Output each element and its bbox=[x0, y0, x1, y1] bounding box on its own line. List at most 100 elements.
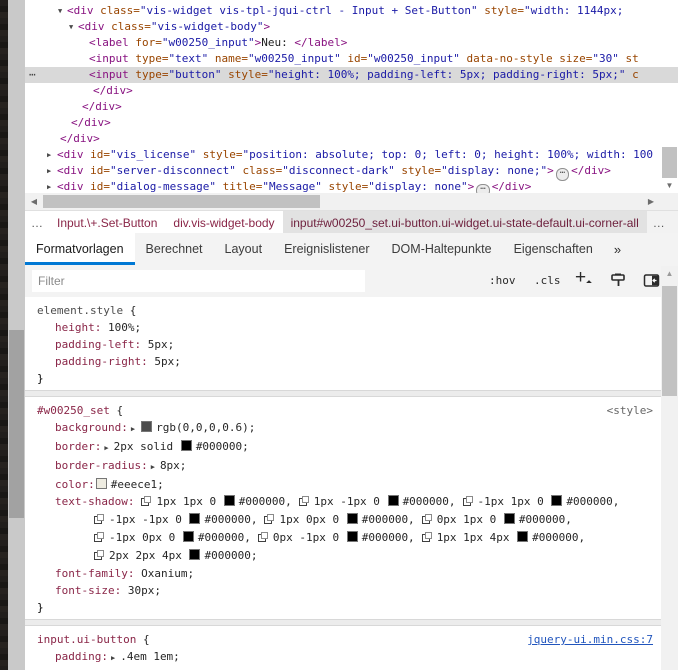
shadow-editor-icon[interactable] bbox=[298, 496, 309, 506]
dom-tree-row[interactable]: </div> bbox=[25, 83, 678, 99]
breadcrumb-item[interactable]: Input.\+.Set-Button bbox=[49, 211, 166, 234]
scroll-left-icon[interactable]: ◀ bbox=[27, 193, 41, 210]
css-declaration[interactable]: text-shadow: 1px 1px 0 #000000, 1px -1px 0… bbox=[25, 493, 661, 511]
dom-tree-row[interactable]: ⋯ <input type="button" style="height: 100… bbox=[25, 67, 678, 83]
shadow-editor-icon[interactable] bbox=[94, 532, 104, 542]
css-declaration[interactable]: height: 100%; bbox=[25, 319, 661, 336]
color-swatch[interactable] bbox=[141, 421, 153, 432]
color-swatch[interactable] bbox=[182, 531, 194, 542]
shadow-editor-icon[interactable] bbox=[141, 496, 152, 506]
breadcrumb-overflow[interactable]: … bbox=[25, 211, 49, 234]
shadow-editor-icon[interactable] bbox=[421, 532, 432, 542]
css-rule[interactable]: #w00250_set {<style> background: ▶ rgb(0,0,… bbox=[25, 397, 661, 619]
page-scrollbar[interactable] bbox=[8, 0, 25, 670]
collapsed-content-icon[interactable]: … bbox=[476, 183, 490, 193]
color-swatch[interactable] bbox=[189, 549, 201, 560]
elements-vscrollbar-thumb[interactable] bbox=[662, 147, 677, 178]
css-rule[interactable]: element.style {height: 100%; padding-left… bbox=[25, 297, 661, 390]
css-declaration[interactable]: padding: ▶ .4em 1em; bbox=[25, 648, 661, 667]
expand-arrow-icon[interactable]: ▶ bbox=[47, 147, 51, 163]
code-token: "disconnect-dark" bbox=[282, 164, 395, 177]
css-declaration[interactable]: -1px -1px 0 #000000, 1px 0px 0 #000000, 0p… bbox=[25, 511, 661, 529]
stylesheet-link[interactable]: jquery-ui.min.css:7 bbox=[527, 631, 653, 648]
breadcrumb-item[interactable]: input#w00250_set.ui-button.ui-widget.ui-… bbox=[282, 211, 647, 234]
scroll-up-icon[interactable]: ▲ bbox=[661, 268, 678, 280]
shadow-editor-icon[interactable] bbox=[421, 514, 432, 524]
css-declaration[interactable]: font-family: Oxanium; bbox=[25, 565, 661, 582]
css-declaration[interactable]: color: #eeece1; bbox=[25, 476, 661, 493]
collapse-arrow-icon[interactable]: ▼ bbox=[58, 3, 62, 19]
expand-arrow-icon[interactable]: ▶ bbox=[104, 444, 108, 452]
tab-eigenschaften[interactable]: Eigenschaften bbox=[503, 233, 604, 265]
shadow-editor-icon[interactable] bbox=[462, 496, 473, 506]
breadcrumb-overflow[interactable]: … bbox=[647, 211, 671, 234]
code-token: style= bbox=[394, 164, 442, 177]
dom-tree-row[interactable]: </div> bbox=[25, 115, 678, 131]
css-declaration[interactable]: border: ▶ 2px solid #000000; bbox=[25, 438, 661, 457]
scroll-right-icon[interactable]: ▶ bbox=[644, 193, 658, 210]
css-rule[interactable]: input.ui-button {jquery-ui.min.css:7 padd… bbox=[25, 626, 661, 670]
toggle-pseudo-state-button[interactable]: :hov bbox=[485, 274, 520, 287]
tab-dom-haltepunkte[interactable]: DOM-Haltepunkte bbox=[381, 233, 503, 265]
css-declaration[interactable]: padding-right: 5px; bbox=[25, 353, 661, 370]
more-tabs-icon[interactable]: » bbox=[604, 233, 631, 265]
styles-scrollbar-thumb[interactable] bbox=[662, 286, 677, 396]
color-swatch[interactable] bbox=[387, 495, 399, 506]
breadcrumb-item[interactable]: div.vis-widget-body bbox=[165, 211, 283, 234]
shadow-editor-icon[interactable] bbox=[264, 514, 275, 524]
color-swatch[interactable] bbox=[517, 531, 529, 542]
dom-tree-row[interactable]: ▼ <div class="vis-widget-body"> bbox=[25, 19, 678, 35]
open-sidebar-icon[interactable] bbox=[643, 272, 660, 289]
shadow-editor-icon[interactable] bbox=[94, 514, 104, 524]
scroll-down-icon[interactable]: ▼ bbox=[662, 179, 677, 193]
filter-input[interactable] bbox=[32, 270, 365, 292]
expand-arrow-icon[interactable]: ▶ bbox=[151, 463, 155, 471]
tab-layout[interactable]: Layout bbox=[214, 233, 274, 265]
tab-ereignislistener[interactable]: Ereignislistener bbox=[273, 233, 380, 265]
css-token: 1px 1px 4px bbox=[436, 531, 517, 544]
css-declaration[interactable]: -1px 0px 0 #000000, 0px -1px 0 #000000, 1p… bbox=[25, 529, 661, 547]
shadow-editor-icon[interactable] bbox=[257, 532, 268, 542]
expand-arrow-icon[interactable]: ▶ bbox=[131, 425, 135, 433]
expand-arrow-icon[interactable]: ▶ bbox=[47, 163, 51, 179]
dom-tree-row[interactable]: </div> bbox=[25, 131, 678, 147]
color-swatch[interactable] bbox=[189, 513, 201, 524]
code-token: > bbox=[467, 180, 475, 193]
page-scrollbar-thumb[interactable] bbox=[9, 330, 24, 518]
expand-arrow-icon[interactable]: ▶ bbox=[47, 179, 51, 193]
css-token: -1px 0px 0 bbox=[109, 531, 182, 544]
dom-tree-row[interactable]: <label for="w00250_input">Neu: </label> bbox=[25, 35, 678, 51]
elements-hscrollbar-thumb[interactable] bbox=[43, 195, 320, 208]
dom-tree-row[interactable]: </div> bbox=[25, 99, 678, 115]
new-style-rule-button[interactable]: + bbox=[575, 267, 592, 289]
dom-tree-row[interactable]: <input type="text" name="w00250_input" i… bbox=[25, 51, 678, 67]
tab-formatvorlagen[interactable]: Formatvorlagen bbox=[25, 233, 135, 265]
color-swatch[interactable] bbox=[346, 513, 358, 524]
expand-arrow-icon[interactable]: ▶ bbox=[111, 654, 115, 662]
css-declaration[interactable]: font-size: 30px; bbox=[25, 582, 661, 599]
styles-scrollbar[interactable]: ▲ bbox=[661, 266, 678, 670]
elements-hscrollbar[interactable]: ◀ ▶ bbox=[25, 193, 678, 210]
color-swatch[interactable] bbox=[180, 440, 192, 451]
dom-tree-row[interactable]: ▶ <div id="server-disconnect" class="disc… bbox=[25, 163, 678, 181]
color-swatch[interactable] bbox=[223, 495, 235, 506]
color-swatch[interactable] bbox=[551, 495, 563, 506]
dom-tree-row[interactable]: ▶ <div id="dialog-message" title="Message… bbox=[25, 179, 678, 193]
color-swatch[interactable] bbox=[95, 478, 107, 489]
color-swatch[interactable] bbox=[346, 531, 358, 542]
css-declaration[interactable]: border-radius: ▶ 8px; bbox=[25, 457, 661, 476]
tab-berechnet[interactable]: Berechnet bbox=[135, 233, 214, 265]
css-token: #000000, bbox=[197, 531, 251, 544]
shadow-editor-icon[interactable] bbox=[94, 550, 104, 560]
elements-panel: ▼ <div class="vis-widget vis-tpl-jqui-ctr… bbox=[25, 0, 678, 210]
paint-roller-icon[interactable] bbox=[610, 272, 627, 289]
dom-tree-row[interactable]: ▼ <div class="vis-widget vis-tpl-jqui-ctr… bbox=[25, 3, 678, 19]
color-swatch[interactable] bbox=[503, 513, 515, 524]
node-menu-icon[interactable]: ⋯ bbox=[29, 67, 37, 83]
css-declaration[interactable]: padding-left: 5px; bbox=[25, 336, 661, 353]
toggle-class-button[interactable]: .cls bbox=[530, 274, 565, 287]
dom-tree-row[interactable]: ▶ <div id="vis_license" style="position: … bbox=[25, 147, 678, 163]
css-declaration[interactable]: 2px 2px 4px #000000; bbox=[25, 547, 661, 565]
css-declaration[interactable]: background: ▶ rgb(0,0,0,0.6); bbox=[25, 419, 661, 438]
collapse-arrow-icon[interactable]: ▼ bbox=[69, 19, 73, 35]
